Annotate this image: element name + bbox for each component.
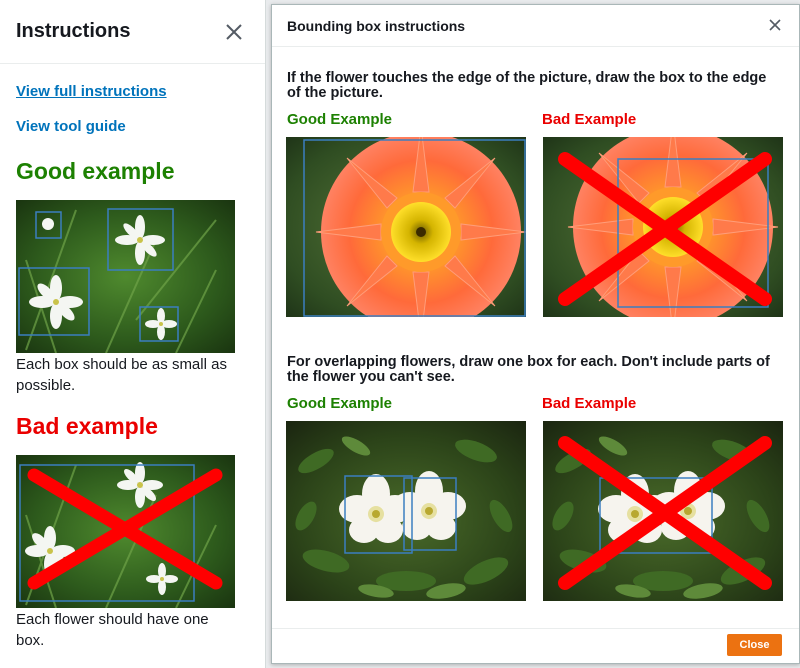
anemone-bad-example-image <box>543 421 783 601</box>
instructions-panel: Instructions View full instructions View… <box>0 0 266 668</box>
bad-example-label: Bad Example <box>542 395 637 412</box>
bounding-box-instructions-modal: Bounding box instructions If the flower … <box>271 4 800 664</box>
modal-title: Bounding box instructions <box>287 18 466 34</box>
anemone-good-example-image <box>286 421 526 601</box>
modal-header: Bounding box instructions <box>272 5 799 47</box>
dahlia-bad-example-image <box>543 137 783 317</box>
close-button[interactable]: Close <box>727 634 782 656</box>
good-example-label: Good Example <box>287 395 393 412</box>
good-example-caption: Each box should be as small as possible. <box>16 356 227 394</box>
view-full-instructions-link[interactable]: View full instructions <box>16 83 167 100</box>
good-example-heading: Good example <box>16 158 175 184</box>
overlap-rule-text: For overlapping flowers, draw one box fo… <box>287 354 770 385</box>
bad-example-caption: Each flower should have one box. <box>16 611 209 649</box>
bad-example-heading: Bad example <box>16 413 158 439</box>
good-example-label: Good Example <box>287 111 393 128</box>
view-tool-guide-link[interactable]: View tool guide <box>16 118 126 135</box>
bad-example-label: Bad Example <box>542 111 637 128</box>
panel-divider <box>0 63 265 64</box>
close-icon[interactable] <box>224 22 244 42</box>
bad-example-image <box>16 455 235 608</box>
dahlia-good-example-image <box>286 137 526 317</box>
edge-rule-text: If the flower touches the edge of the pi… <box>287 70 767 101</box>
good-example-image <box>16 200 235 353</box>
modal-footer: Close <box>272 628 799 664</box>
panel-title: Instructions <box>16 20 131 42</box>
close-icon[interactable] <box>768 18 782 32</box>
